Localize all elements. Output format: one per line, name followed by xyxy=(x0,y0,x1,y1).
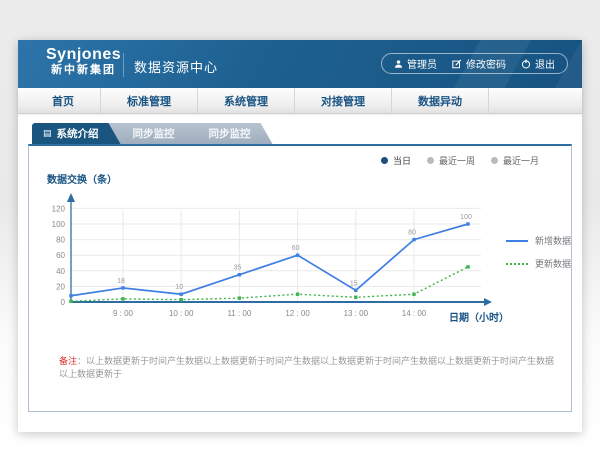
grid xyxy=(71,208,481,302)
logo-text-cn: 新中新集团 xyxy=(46,64,121,77)
legend-item-updated-data[interactable]: 更新数据 xyxy=(506,257,571,270)
main-nav: 首页 标准管理 系统管理 对接管理 数据异动 xyxy=(18,88,582,114)
time-range-filters: 当日 最近一周 最近一月 xyxy=(381,154,539,167)
data-point xyxy=(180,298,183,301)
app-window: Synjones 新中新集团 数据资源中心 管理员 修改密码 退出 首页 标准管… xyxy=(18,40,582,432)
y-tick-label: 60 xyxy=(56,251,65,260)
nav-item-home[interactable]: 首页 xyxy=(26,88,101,113)
data-point-label: 35 xyxy=(234,265,242,272)
change-password-label: 修改密码 xyxy=(466,56,506,71)
tab-sync-monitor-1[interactable]: 同步监控 xyxy=(109,123,197,144)
nav-item-data-change[interactable]: 数据异动 xyxy=(392,88,489,113)
dotted-line-swatch-icon xyxy=(506,263,528,265)
x-tick-label: 14 : 00 xyxy=(402,309,427,318)
y-axis-arrow-icon xyxy=(67,193,75,202)
user-actions: 管理员 修改密码 退出 xyxy=(381,53,568,74)
user-icon xyxy=(394,59,403,69)
x-tick-label: 10 : 00 xyxy=(169,309,194,318)
change-password-button[interactable]: 修改密码 xyxy=(452,56,506,71)
data-point-label: 100 xyxy=(460,214,472,221)
data-point xyxy=(412,293,415,296)
footnote-text: ：以上数据更新于时间产生数据以上数据更新于时间产生数据以上数据更新于时间产生数据… xyxy=(59,356,554,379)
nav-item-interface-mgmt[interactable]: 对接管理 xyxy=(295,88,392,113)
user-menu[interactable]: 管理员 xyxy=(394,56,437,71)
series-line xyxy=(71,267,468,301)
data-point-label: 15 xyxy=(350,280,358,287)
x-tick-label: 11 : 00 xyxy=(227,309,251,318)
x-tick-label: 9 : 00 xyxy=(113,309,134,318)
document-icon: ▤ xyxy=(43,129,52,138)
logo: Synjones 新中新集团 xyxy=(46,46,121,77)
footnote-label: 备注 xyxy=(59,356,77,366)
y-tick-label: 120 xyxy=(52,204,66,213)
data-point xyxy=(121,297,124,300)
logout-label: 退出 xyxy=(535,56,555,71)
series-新增数据: 18 10 35 60 15 80 100 xyxy=(69,214,472,297)
data-point xyxy=(238,273,241,276)
data-point xyxy=(180,293,183,296)
radio-dot-icon xyxy=(427,157,434,164)
data-point-label: 80 xyxy=(408,230,416,237)
data-point-label: 60 xyxy=(292,245,300,252)
chart-svg: 0 20 40 60 80 100 120 9 : 00 10 : 00 11 : 00 12 : … xyxy=(36,184,506,332)
tab-label: 同步监控 xyxy=(209,126,251,141)
data-point xyxy=(69,294,72,297)
filter-label: 最近一月 xyxy=(503,154,539,167)
solid-line-swatch-icon xyxy=(506,240,528,242)
legend-label: 更新数据 xyxy=(535,257,571,270)
data-point xyxy=(238,296,241,299)
header-divider xyxy=(123,53,124,77)
x-axis-title: 日期（小时） xyxy=(449,309,509,324)
y-tick-label: 100 xyxy=(52,220,66,229)
y-tick-label: 40 xyxy=(56,267,65,276)
data-point xyxy=(466,265,469,268)
tab-system-intro[interactable]: ▤ 系统介绍 xyxy=(32,123,121,144)
x-tick-label: 13 : 00 xyxy=(344,309,369,318)
logo-text-en: Synjones xyxy=(46,46,121,64)
tab-label: 系统介绍 xyxy=(57,126,99,141)
x-tick-label: 12 : 00 xyxy=(285,309,310,318)
y-tick-label: 80 xyxy=(56,236,65,245)
tab-label: 同步监控 xyxy=(133,126,175,141)
tab-sync-monitor-2[interactable]: 同步监控 xyxy=(185,123,273,144)
filter-label: 最近一周 xyxy=(439,154,475,167)
filter-last-month[interactable]: 最近一月 xyxy=(491,154,539,167)
legend-label: 新增数据 xyxy=(535,234,571,247)
filter-last-week[interactable]: 最近一周 xyxy=(427,154,475,167)
data-point-label: 18 xyxy=(117,278,125,285)
radio-dot-icon xyxy=(491,157,498,164)
data-point xyxy=(466,222,469,225)
data-point xyxy=(296,293,299,296)
logout-button[interactable]: 退出 xyxy=(521,56,555,71)
tab-bar: ▤ 系统介绍 同步监控 同步监控 xyxy=(32,123,273,144)
line-chart: 0 20 40 60 80 100 120 9 : 00 10 : 00 11 : 00 12 : … xyxy=(36,184,506,332)
data-point xyxy=(296,254,299,257)
data-point-label: 10 xyxy=(175,284,183,291)
chart-panel: 当日 最近一周 最近一月 数据交换（条） 0204060801001209 : … xyxy=(28,144,572,412)
legend-item-new-data[interactable]: 新增数据 xyxy=(506,234,571,247)
radio-dot-icon xyxy=(381,157,388,164)
nav-item-system-mgmt[interactable]: 系统管理 xyxy=(198,88,295,113)
x-axis-arrow-icon xyxy=(484,298,492,306)
y-tick-label: 20 xyxy=(56,282,65,291)
page-title: 数据资源中心 xyxy=(134,57,218,76)
edit-icon xyxy=(452,59,462,69)
data-point xyxy=(354,289,357,292)
series-legend: 新增数据 更新数据 xyxy=(506,234,571,270)
data-point xyxy=(354,296,357,299)
data-point xyxy=(121,286,124,289)
nav-item-standard-mgmt[interactable]: 标准管理 xyxy=(101,88,198,113)
filter-label: 当日 xyxy=(393,154,411,167)
power-icon xyxy=(521,59,531,69)
header: Synjones 新中新集团 数据资源中心 管理员 修改密码 退出 xyxy=(18,40,582,88)
user-label: 管理员 xyxy=(407,56,437,71)
data-point xyxy=(412,238,415,241)
filter-today[interactable]: 当日 xyxy=(381,154,411,167)
footnote: 备注：以上数据更新于时间产生数据以上数据更新于时间产生数据以上数据更新于时间产生… xyxy=(59,354,555,380)
data-point xyxy=(69,300,72,303)
y-tick-label: 0 xyxy=(61,298,66,307)
